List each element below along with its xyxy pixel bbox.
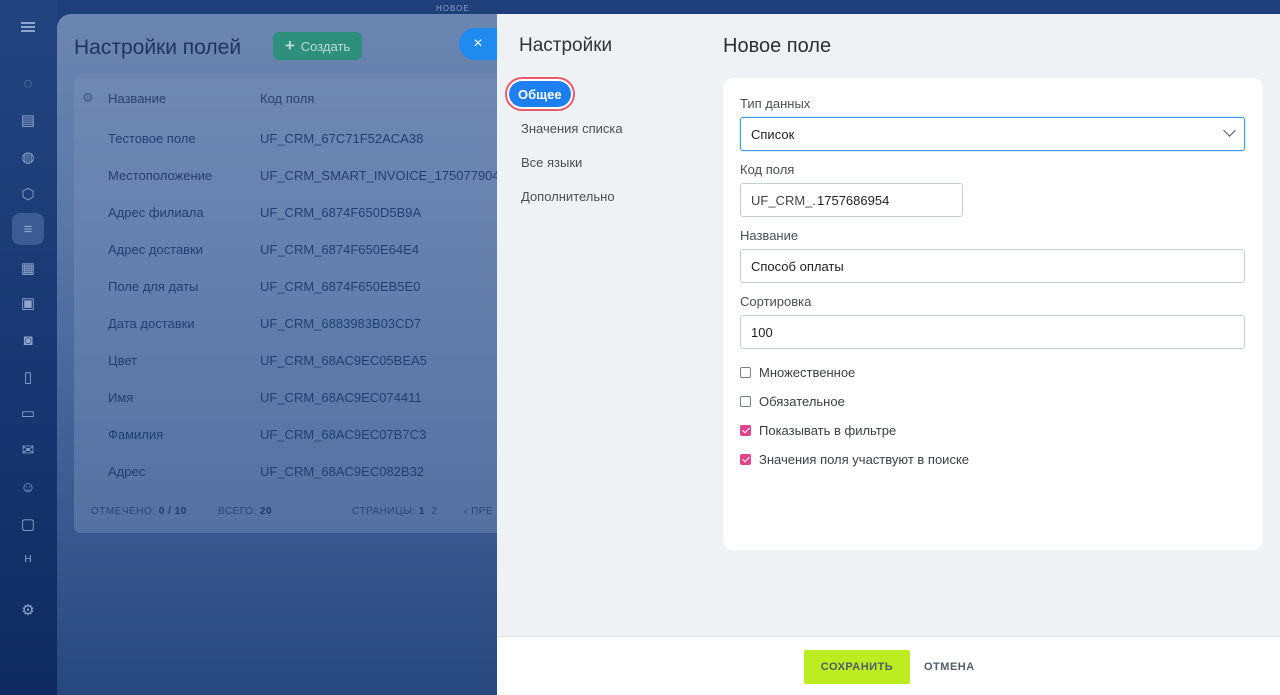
background-page: Настройки полей + Создать ⚙ Название Код… bbox=[57, 14, 529, 695]
nav-item-general[interactable]: Общее bbox=[509, 81, 571, 107]
messages-icon[interactable]: ◍ bbox=[15, 144, 41, 170]
table-row[interactable]: Поле для даты UF_CRM_6874F650EB5E0 bbox=[74, 268, 499, 305]
field-settings-slider: Настройки Общее Значения списка Все язык… bbox=[497, 14, 1280, 695]
page-link[interactable]: 2 bbox=[432, 506, 438, 517]
drive-icon[interactable]: ▭ bbox=[15, 400, 41, 426]
checkbox-box[interactable] bbox=[740, 367, 751, 378]
field-code-input[interactable]: UF_CRM_... 1757686954 bbox=[740, 183, 963, 217]
page-title: Настройки полей bbox=[74, 36, 242, 59]
checkbox-box[interactable] bbox=[740, 396, 751, 407]
close-icon: × bbox=[473, 35, 483, 52]
table-row[interactable]: Адрес филиала UF_CRM_6874F650D5B9A bbox=[74, 194, 499, 231]
code-prefix: UF_CRM_... bbox=[751, 192, 817, 208]
nav-item-additional[interactable]: Дополнительно bbox=[521, 189, 615, 204]
plus-icon: + bbox=[284, 36, 295, 55]
robot-icon[interactable]: ◙ bbox=[15, 327, 41, 353]
show-in-filter-checkbox[interactable]: Показывать в фильтре bbox=[740, 423, 896, 438]
code-label: Код поля bbox=[740, 162, 795, 177]
table-row[interactable]: Имя UF_CRM_68AC9EC074411 bbox=[74, 379, 499, 416]
field-name-input[interactable]: Способ оплаты bbox=[740, 249, 1245, 283]
calendar-icon[interactable]: ▣ bbox=[15, 290, 41, 316]
avatar-icon[interactable]: Н bbox=[15, 547, 41, 573]
contacts-icon[interactable]: ☺ bbox=[15, 474, 41, 500]
chevron-down-icon bbox=[1223, 124, 1236, 137]
code-value: 1757686954 bbox=[817, 192, 890, 208]
mail-icon[interactable]: ✉ bbox=[15, 437, 41, 463]
menu-icon[interactable] bbox=[15, 14, 41, 40]
save-button[interactable]: СОХРАНИТЬ bbox=[804, 650, 910, 684]
close-button[interactable]: × bbox=[459, 28, 497, 60]
searchable-checkbox[interactable]: Значения поля участвуют в поиске bbox=[740, 452, 969, 467]
hexagon-icon[interactable]: ⬡ bbox=[15, 181, 41, 207]
sort-input[interactable]: 100 bbox=[740, 315, 1245, 349]
table-row[interactable]: Фамилия UF_CRM_68AC9EC07B7C3 bbox=[74, 416, 499, 453]
cancel-button[interactable]: ОТМЕНА bbox=[924, 650, 975, 684]
table-row[interactable]: Местоположение UF_CRM_SMART_INVOICE_17507… bbox=[74, 157, 529, 194]
nav-item-all-languages[interactable]: Все языки bbox=[521, 155, 582, 170]
column-header-name[interactable]: Название bbox=[108, 91, 166, 106]
type-label: Тип данных bbox=[740, 96, 811, 111]
form-title: Новое поле bbox=[723, 35, 832, 57]
table-header: ⚙ Название Код поля bbox=[74, 78, 499, 118]
data-type-select[interactable]: Список bbox=[740, 117, 1245, 151]
table-row[interactable]: Дата доставки UF_CRM_6883983B03CD7 bbox=[74, 305, 499, 342]
column-header-code[interactable]: Код поля bbox=[260, 91, 314, 106]
checked-counter: ОТМЕЧЕНО: 0 / 10 bbox=[91, 506, 187, 517]
create-button[interactable]: + Создать bbox=[273, 32, 362, 60]
sort-label: Сортировка bbox=[740, 294, 812, 309]
table-row[interactable]: Цвет UF_CRM_68AC9EC05BEA5 bbox=[74, 342, 499, 379]
chat-icon[interactable]: ◌ bbox=[15, 70, 41, 96]
nav-item-list-values[interactable]: Значения списка bbox=[521, 121, 623, 136]
fields-table: ⚙ Название Код поля Тестовое поле UF_CRM_… bbox=[74, 78, 529, 533]
ghost-tab-label: НОВОЕ bbox=[436, 4, 470, 13]
total-counter: ВСЕГО: 20 bbox=[218, 506, 273, 517]
monitor-icon[interactable]: ▢ bbox=[15, 511, 41, 537]
table-row[interactable]: Адрес доставки UF_CRM_6874F650E64E4 bbox=[74, 231, 499, 268]
left-rail: ◌ ▤ ◍ ⬡ ≡ ▦ ▣ ◙ ▯ ▭ ✉ ☺ ▢ Н ⚙ bbox=[0, 0, 57, 695]
name-label: Название bbox=[740, 228, 799, 243]
calendar-list-icon[interactable]: ▦ bbox=[15, 255, 41, 281]
table-row[interactable]: Тестовое поле UF_CRM_67C71F52ACA38 bbox=[74, 120, 499, 157]
table-row[interactable]: Адрес UF_CRM_68AC9EC082B32 bbox=[74, 453, 499, 490]
prev-page-link[interactable]: ‹ ПРЕ bbox=[464, 506, 493, 517]
slider-footer: СОХРАНИТЬ ОТМЕНА bbox=[497, 636, 1280, 695]
multiple-checkbox[interactable]: Множественное bbox=[740, 365, 855, 380]
document-icon[interactable]: ▯ bbox=[15, 364, 41, 390]
pagination: СТРАНИЦЫ: 1 2 bbox=[352, 506, 438, 517]
page-link[interactable]: 1 bbox=[419, 506, 425, 517]
gear-icon[interactable]: ⚙ bbox=[82, 90, 94, 106]
general-settings-card: Тип данных Список Код поля UF_CRM_... 17… bbox=[723, 78, 1263, 550]
tasks-icon[interactable]: ▤ bbox=[15, 107, 41, 133]
checkbox-box-checked[interactable] bbox=[740, 425, 751, 436]
filter-icon[interactable]: ≡ bbox=[12, 213, 44, 245]
required-checkbox[interactable]: Обязательное bbox=[740, 394, 845, 409]
settings-icon[interactable]: ⚙ bbox=[15, 597, 41, 623]
settings-nav-title: Настройки bbox=[519, 35, 613, 56]
checkbox-box-checked[interactable] bbox=[740, 454, 751, 465]
